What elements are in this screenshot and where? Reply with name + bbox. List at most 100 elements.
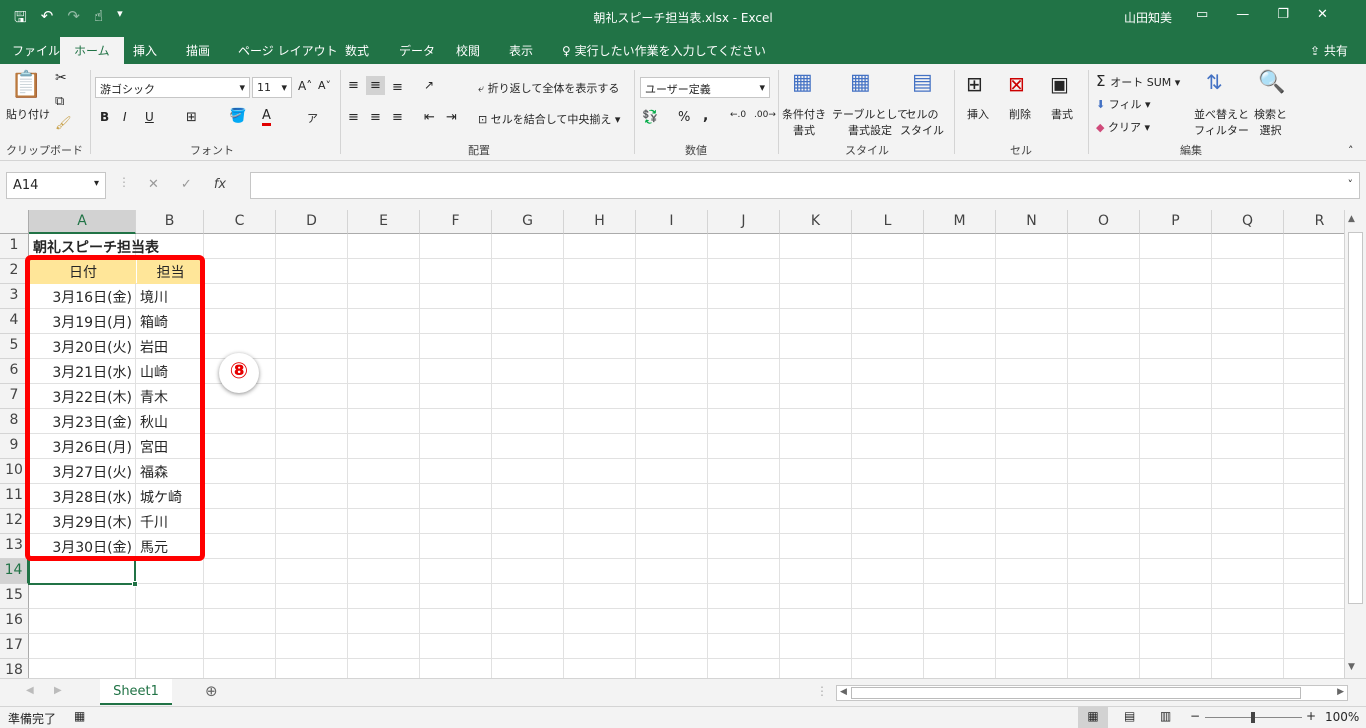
column-header-f[interactable]: F (420, 210, 492, 234)
tab-page-layout[interactable]: ページ レイアウト (238, 42, 338, 59)
cancel-icon[interactable]: ✕ (148, 177, 159, 192)
zoom-out-icon[interactable]: − (1190, 709, 1200, 723)
cell-styles-icon[interactable]: ▤ (912, 70, 933, 95)
tab-home[interactable]: ホーム (60, 37, 124, 64)
scroll-right-icon[interactable]: ▶ (1337, 687, 1344, 697)
column-header-c[interactable]: C (204, 210, 276, 234)
insert-cells-icon[interactable]: ⊞ (966, 72, 983, 96)
column-header-q[interactable]: Q (1212, 210, 1284, 234)
column-header-b[interactable]: B (136, 210, 204, 234)
row-header-14[interactable]: 14 (0, 559, 29, 584)
user-name[interactable]: 山田知美 (1124, 9, 1172, 26)
zoom-in-icon[interactable]: + (1306, 709, 1316, 723)
clear-button[interactable]: ◆ クリア ▾ (1096, 119, 1150, 135)
scroll-up-icon[interactable]: ▲ (1348, 214, 1355, 224)
column-header-e[interactable]: E (348, 210, 420, 234)
sheet-tab-sheet1[interactable]: Sheet1 (100, 679, 172, 705)
tab-data[interactable]: データ (399, 42, 435, 59)
italic-icon[interactable]: I (123, 110, 127, 124)
prev-sheet-icon[interactable]: ◀ (26, 685, 34, 696)
tab-formulas[interactable]: 数式 (345, 42, 369, 59)
scroll-left-icon[interactable]: ◀ (840, 687, 847, 697)
format-cells-icon[interactable]: ▣ (1050, 72, 1069, 96)
increase-font-icon[interactable]: A˄ (298, 79, 312, 93)
column-header-m[interactable]: M (924, 210, 996, 234)
expand-formula-icon[interactable]: ˅ (1348, 178, 1354, 191)
cell-styles-button[interactable]: セルの スタイル (900, 106, 944, 138)
tab-insert[interactable]: 挿入 (133, 42, 157, 59)
decrease-font-icon[interactable]: A˅ (318, 79, 331, 92)
close-icon[interactable]: ✕ (1317, 7, 1328, 22)
align-bottom-icon[interactable]: ≡ (392, 80, 403, 95)
format-as-table-icon[interactable]: ▦ (850, 70, 871, 95)
column-header-i[interactable]: I (636, 210, 708, 234)
column-header-p[interactable]: P (1140, 210, 1212, 234)
find-select-icon[interactable]: 🔍 (1258, 70, 1285, 95)
borders-icon[interactable]: ⊞ (186, 110, 197, 125)
format-cells-button[interactable]: 書式 (1051, 106, 1073, 122)
normal-view-icon[interactable]: ▦ (1078, 707, 1108, 728)
copy-icon[interactable]: ⧉ (55, 94, 64, 109)
tell-me-box[interactable]: ♀ 実行したい作業を入力してください (562, 42, 766, 59)
comma-icon[interactable]: , (703, 108, 708, 124)
clipboard-paste-icon[interactable]: 📋 (10, 70, 42, 100)
page-layout-view-icon[interactable]: ▤ (1124, 709, 1135, 723)
tab-view[interactable]: 表示 (509, 42, 533, 59)
horizontal-scrollbar[interactable]: ◀ ▶ (836, 685, 1348, 701)
row-header-15[interactable]: 15 (0, 584, 29, 609)
splitter-icon[interactable]: ⋮ (816, 684, 828, 698)
wrap-text-button[interactable]: ⤶ 折り返して全体を表示する (478, 80, 619, 96)
phonetic-icon[interactable]: ア (307, 110, 318, 126)
autosum-button[interactable]: Σ オート SUM ▾ (1096, 72, 1180, 90)
delete-cells-button[interactable]: 削除 (1009, 106, 1031, 122)
conditional-format-icon[interactable]: ▦ (792, 70, 813, 95)
row-header-16[interactable]: 16 (0, 609, 29, 634)
minimize-icon[interactable]: — (1236, 7, 1249, 22)
align-right-icon[interactable]: ≡ (392, 110, 403, 125)
zoom-level[interactable]: 100% (1325, 710, 1359, 724)
tab-review[interactable]: 校閲 (456, 42, 480, 59)
tab-draw[interactable]: 描画 (186, 42, 210, 59)
align-middle-icon[interactable]: ≡ (366, 76, 385, 95)
percent-icon[interactable]: % (678, 110, 690, 125)
format-as-table-button[interactable]: テーブルとして 書式設定 (832, 106, 908, 138)
collapse-ribbon-icon[interactable]: ˄ (1348, 144, 1354, 157)
align-center-icon[interactable]: ≡ (370, 110, 381, 125)
column-header-k[interactable]: K (780, 210, 852, 234)
decrease-decimal-icon[interactable]: .00→ (754, 110, 776, 120)
increase-indent-icon[interactable]: ⇥ (446, 110, 457, 125)
fill-color-icon[interactable]: 🪣 (229, 108, 246, 124)
number-format-select[interactable]: ユーザー定義 ▾ (640, 77, 770, 98)
align-top-icon[interactable]: ≡ (348, 78, 359, 93)
find-select-button[interactable]: 検索と 選択 (1254, 106, 1287, 138)
increase-decimal-icon[interactable]: ←.0 (730, 110, 746, 120)
decrease-indent-icon[interactable]: ⇤ (424, 110, 435, 125)
sort-filter-button[interactable]: 並べ替えと フィルター (1194, 106, 1249, 138)
formula-input[interactable]: ˅ (250, 172, 1360, 199)
enter-icon[interactable]: ✓ (181, 177, 192, 192)
orientation-icon[interactable]: ↗ (424, 78, 434, 92)
row-header-1[interactable]: 1 (0, 234, 29, 259)
column-header-o[interactable]: O (1068, 210, 1140, 234)
restore-icon[interactable]: ❐ (1277, 7, 1289, 22)
delete-cells-icon[interactable]: ⊠ (1008, 72, 1025, 96)
underline-icon[interactable]: U (145, 110, 154, 124)
vertical-scrollbar[interactable]: ▲ ▼ (1344, 210, 1366, 678)
share-button[interactable]: ⇪ 共有 (1310, 42, 1348, 59)
column-header-h[interactable]: H (564, 210, 636, 234)
paste-button[interactable]: 貼り付け (6, 106, 50, 122)
format-painter-icon[interactable]: 🖌 (55, 116, 72, 131)
tab-file[interactable]: ファイル (12, 42, 60, 59)
cut-icon[interactable]: ✂ (55, 70, 67, 86)
select-all-corner[interactable] (0, 210, 29, 234)
currency-icon[interactable]: 💱 (642, 110, 658, 125)
column-header-n[interactable]: N (996, 210, 1068, 234)
column-header-d[interactable]: D (276, 210, 348, 234)
row-header-17[interactable]: 17 (0, 634, 29, 659)
hscroll-thumb[interactable] (851, 687, 1301, 699)
insert-function-icon[interactable]: fx (214, 177, 226, 192)
font-name-select[interactable]: 游ゴシック ▾ (95, 77, 250, 98)
page-break-view-icon[interactable]: ▥ (1160, 709, 1171, 723)
conditional-format-button[interactable]: 条件付き 書式 (782, 106, 826, 138)
bold-icon[interactable]: B (100, 110, 109, 124)
